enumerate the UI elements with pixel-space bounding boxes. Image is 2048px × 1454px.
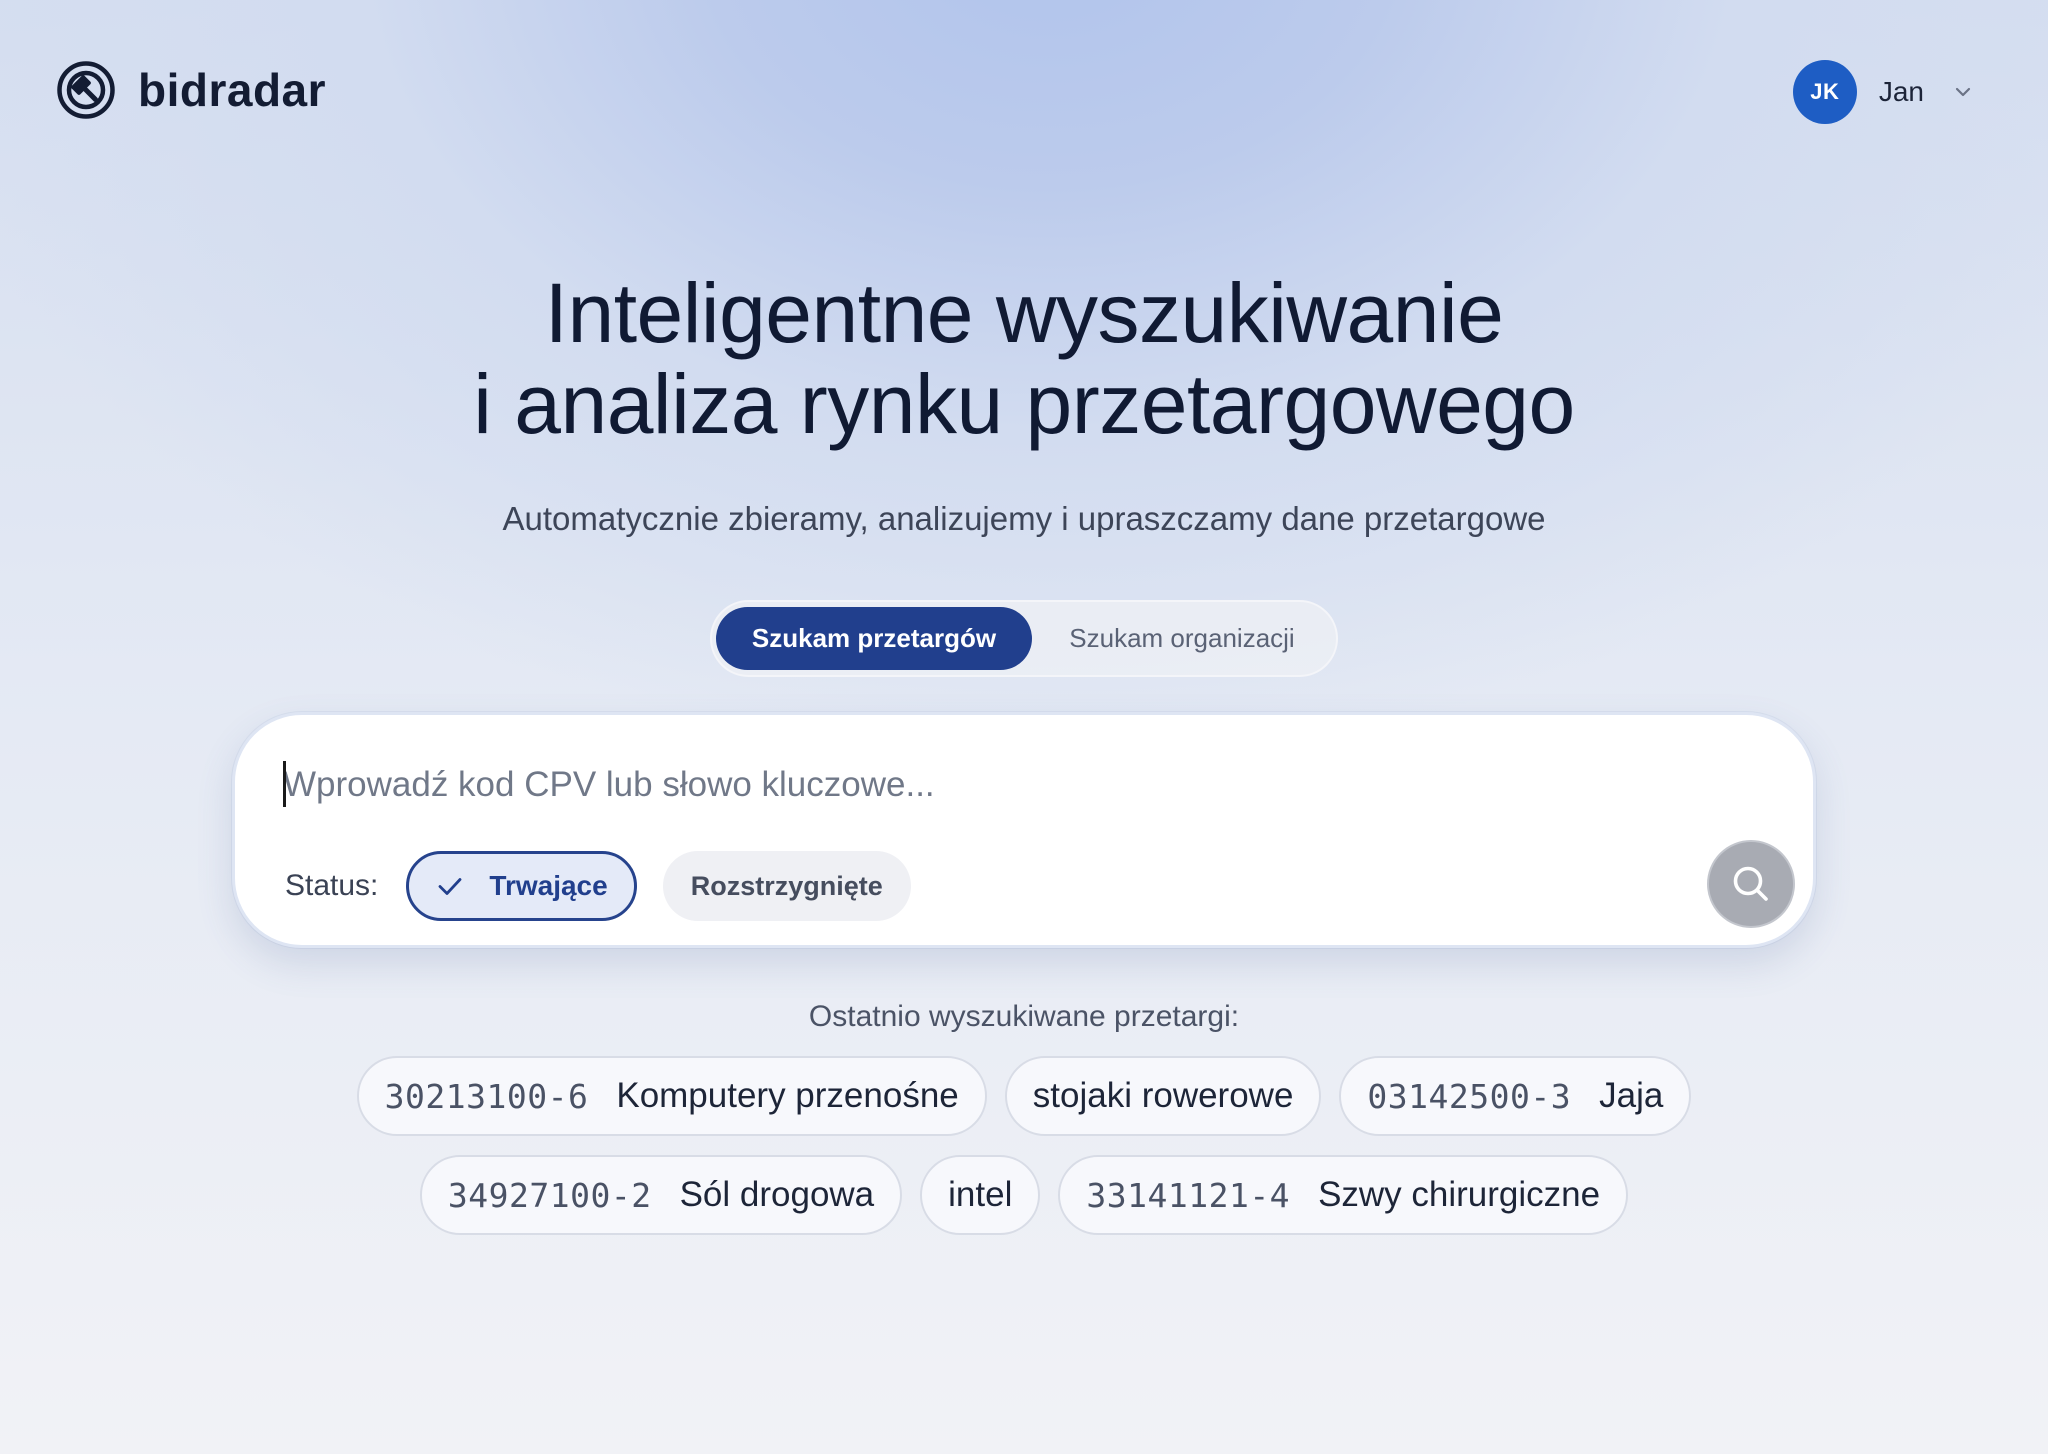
recent-search-label: Szwy chirurgiczne — [1318, 1175, 1601, 1214]
search-icon — [1733, 866, 1768, 901]
avatar: JK — [1792, 60, 1857, 124]
recent-search-chip[interactable]: 34927100-2 Sól drogowa — [419, 1155, 903, 1235]
recent-search-label: Komputery przenośne — [616, 1076, 959, 1115]
hero-title-line-1: Inteligentne wyszukiwanie — [544, 266, 1504, 360]
search-button[interactable] — [1707, 840, 1795, 928]
chevron-down-icon — [1955, 87, 1971, 97]
logo[interactable]: bidradar — [56, 60, 326, 120]
hero-title: Inteligentne wyszukiwanie i analiza rynk… — [0, 268, 2048, 449]
recent-search-chip[interactable]: stojaki rowerowe — [1004, 1056, 1322, 1136]
logo-text: bidradar — [138, 64, 327, 116]
status-ongoing-chip[interactable]: Trwające — [406, 851, 637, 921]
recent-search-chip[interactable]: 33141121-4 Szwy chirurgiczne — [1058, 1155, 1629, 1235]
recent-searches-row: 34927100-2 Sól drogowa intel 33141121-4 … — [0, 1155, 2048, 1235]
mode-tenders-button[interactable]: Szukam przetargów — [716, 607, 1032, 670]
hero-subtitle: Automatycznie zbieramy, analizujemy i up… — [502, 500, 1546, 537]
search-input[interactable] — [283, 755, 1723, 815]
user-menu[interactable]: JK Jan — [1792, 60, 1974, 124]
recent-search-chip[interactable]: 30213100-6 Komputery przenośne — [356, 1056, 987, 1136]
status-resolved-chip[interactable]: Rozstrzygnięte — [662, 851, 911, 921]
recent-search-label: Jaja — [1599, 1076, 1664, 1115]
radar-gavel-logo-icon — [57, 61, 115, 119]
recent-search-label: stojaki rowerowe — [1032, 1076, 1294, 1115]
recent-searches-label: Ostatnio wyszukiwane przetargi: — [808, 1000, 1240, 1033]
cpv-code: 03142500-3 — [1367, 1076, 1572, 1116]
text-caret — [283, 761, 286, 807]
recent-search-chip[interactable]: intel — [920, 1155, 1041, 1235]
mode-organizations-button[interactable]: Szukam organizacji — [1032, 607, 1332, 670]
status-filter-row: Status: Trwające Rozstrzygnięte — [285, 851, 911, 921]
status-label: Status: — [285, 869, 379, 902]
recent-search-chip[interactable]: 03142500-3 Jaja — [1339, 1056, 1692, 1136]
recent-search-label: intel — [948, 1175, 1013, 1214]
cpv-code: 30213100-6 — [384, 1076, 589, 1116]
cpv-code: 34927100-2 — [447, 1175, 652, 1215]
status-resolved-label: Rozstrzygnięte — [690, 870, 883, 901]
recent-searches-row: 30213100-6 Komputery przenośne stojaki r… — [0, 1056, 2048, 1136]
cpv-code: 33141121-4 — [1086, 1175, 1291, 1215]
search-card: Status: Trwające Rozstrzygnięte — [232, 712, 1816, 948]
status-ongoing-label: Trwające — [489, 870, 608, 901]
search-mode-toggle: Szukam przetargów Szukam organizacji — [710, 600, 1338, 677]
checkmark-icon — [438, 878, 462, 895]
recent-search-label: Sól drogowa — [679, 1175, 875, 1214]
hero-title-line-2: i analiza rynku przetargowego — [473, 356, 1575, 451]
user-name: Jan — [1878, 76, 1924, 107]
